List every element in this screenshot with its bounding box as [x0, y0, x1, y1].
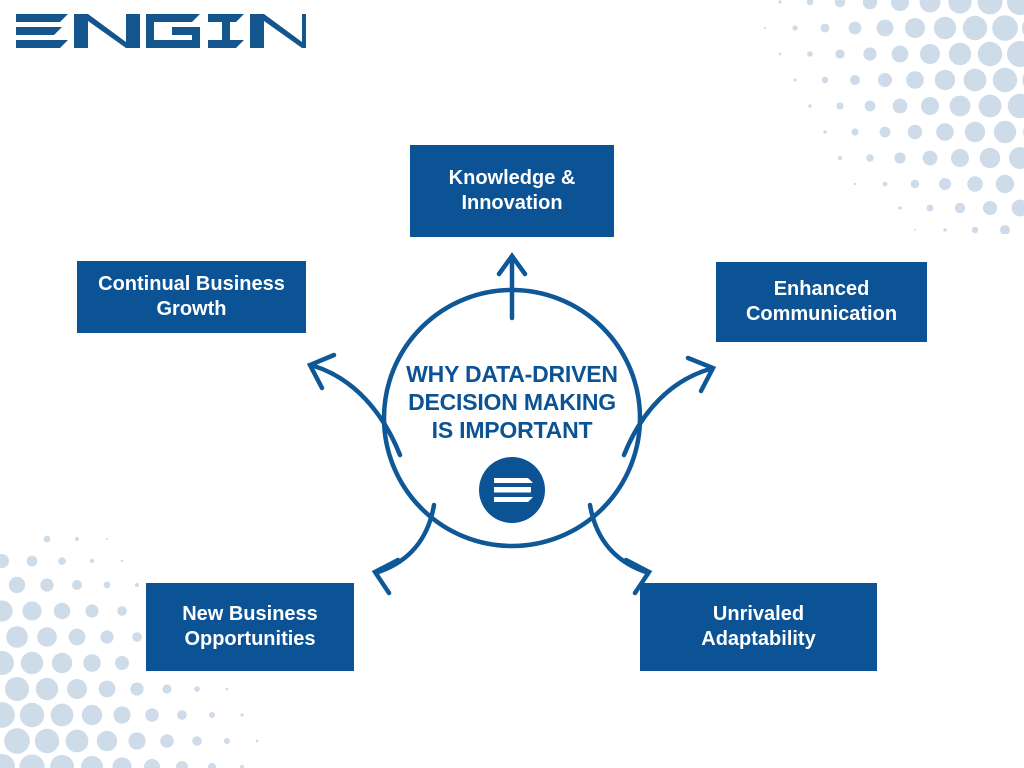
benefit-box-knowledge[interactable]: Knowledge & Innovation [410, 145, 614, 237]
center-title: WHY DATA-DRIVEN DECISION MAKING IS IMPOR… [406, 361, 618, 444]
benefit-box-opportunities[interactable]: New Business Opportunities [146, 583, 354, 671]
arrow-lower-right [587, 502, 653, 596]
list-lines-icon [479, 457, 545, 523]
slide-canvas: WHY DATA-DRIVEN DECISION MAKING IS IMPOR… [0, 0, 1024, 768]
arrow-up [496, 252, 528, 321]
benefit-box-growth[interactable]: Continual Business Growth [77, 261, 306, 333]
benefit-box-adaptability[interactable]: Unrivaled Adaptability [640, 583, 877, 671]
arrow-lower-left [371, 502, 437, 596]
benefit-box-communication[interactable]: Enhanced Communication [716, 262, 927, 342]
